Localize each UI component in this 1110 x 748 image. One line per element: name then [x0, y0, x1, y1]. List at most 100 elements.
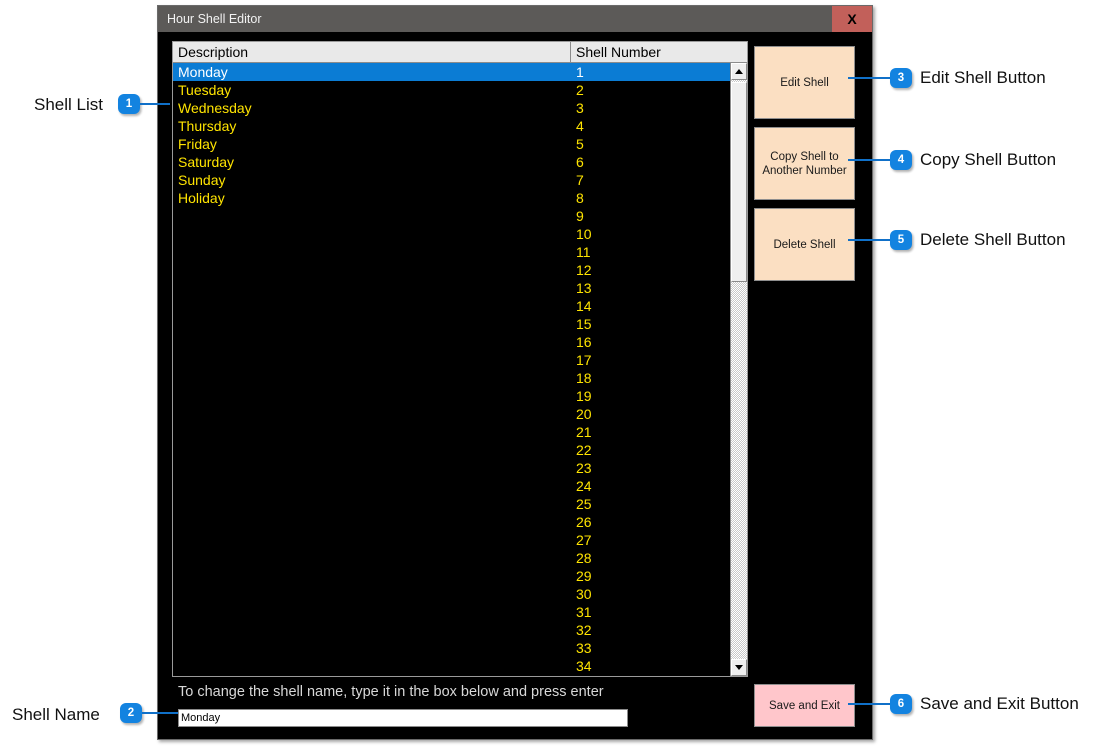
list-scrollbar[interactable] — [730, 63, 747, 676]
cell-description: Wednesday — [178, 100, 252, 116]
cell-shell-number: 19 — [576, 388, 592, 404]
scroll-up-arrow-icon[interactable] — [731, 63, 747, 80]
table-row[interactable]: 28 — [173, 549, 731, 567]
cell-description — [173, 387, 571, 405]
close-icon[interactable]: X — [832, 6, 872, 32]
table-row[interactable]: 10 — [173, 225, 731, 243]
cell-shell-number: 27 — [576, 532, 592, 548]
table-row[interactable]: 18 — [173, 369, 731, 387]
table-row[interactable]: 33 — [173, 639, 731, 657]
cell-description — [173, 405, 571, 423]
column-header-description[interactable]: Description — [173, 42, 571, 62]
edit-shell-button[interactable]: Edit Shell — [754, 46, 855, 119]
table-row[interactable]: Tuesday 2 — [173, 81, 731, 99]
cell-shell-number: 9 — [576, 208, 584, 224]
table-row[interactable]: 9 — [173, 207, 731, 225]
table-row[interactable]: 11 — [173, 243, 731, 261]
table-row[interactable]: 17 — [173, 351, 731, 369]
table-row[interactable]: Monday 1 — [173, 63, 731, 81]
scroll-down-arrow-icon[interactable] — [731, 659, 747, 676]
cell-shell-number: 1 — [576, 64, 584, 80]
table-row[interactable]: Holiday 8 — [173, 189, 731, 207]
table-row[interactable]: Saturday 6 — [173, 153, 731, 171]
cell-shell-number: 30 — [576, 586, 592, 602]
cell-shell-number: 25 — [576, 496, 592, 512]
cell-description — [173, 567, 571, 585]
cell-shell-number: 15 — [576, 316, 592, 332]
save-and-exit-button[interactable]: Save and Exit — [754, 684, 855, 727]
table-row[interactable]: 22 — [173, 441, 731, 459]
table-row[interactable]: 14 — [173, 297, 731, 315]
cell-description — [173, 243, 571, 261]
table-row[interactable]: 27 — [173, 531, 731, 549]
cell-description — [173, 477, 571, 495]
cell-shell-number: 31 — [576, 604, 592, 620]
callout-badge-5: 5 — [890, 230, 912, 250]
table-row[interactable]: 12 — [173, 261, 731, 279]
callout-leader-6 — [848, 703, 890, 705]
scrollbar-thumb[interactable] — [731, 82, 747, 282]
table-row[interactable]: 15 — [173, 315, 731, 333]
cell-description — [173, 207, 571, 225]
cell-description: Tuesday — [178, 82, 232, 98]
table-row[interactable]: 34 — [173, 657, 731, 675]
column-header-shell-number[interactable]: Shell Number — [571, 42, 747, 62]
hour-shell-editor-dialog: Hour Shell Editor X Description Shell Nu… — [157, 5, 873, 740]
table-row[interactable]: 16 — [173, 333, 731, 351]
table-row[interactable]: Thursday 4 — [173, 117, 731, 135]
cell-shell-number: 26 — [576, 514, 592, 530]
callout-leader-5 — [848, 239, 890, 241]
table-row[interactable]: 24 — [173, 477, 731, 495]
table-row[interactable]: Wednesday 3 — [173, 99, 731, 117]
cell-description — [173, 531, 571, 549]
cell-description — [173, 603, 571, 621]
delete-shell-button[interactable]: Delete Shell — [754, 208, 855, 281]
list-header-row: Description Shell Number — [173, 42, 747, 63]
cell-shell-number: 11 — [576, 244, 591, 260]
cell-shell-number: 34 — [576, 658, 592, 674]
cell-shell-number: 10 — [576, 226, 592, 242]
shell-name-hint: To change the shell name, type it in the… — [178, 684, 604, 700]
shell-list-body[interactable]: Monday 1 Tuesday 2 Wednesday 3 Thursday 4 Friday… — [173, 63, 731, 676]
table-row[interactable]: 31 — [173, 603, 731, 621]
table-row[interactable]: 13 — [173, 279, 731, 297]
shell-name-input[interactable] — [178, 709, 628, 727]
table-row[interactable]: 30 — [173, 585, 731, 603]
cell-description — [173, 351, 571, 369]
cell-description — [173, 657, 571, 675]
cell-description — [173, 441, 571, 459]
table-row[interactable]: Sunday 7 — [173, 171, 731, 189]
cell-shell-number: 32 — [576, 622, 592, 638]
cell-description — [173, 333, 571, 351]
cell-shell-number: 18 — [576, 370, 592, 386]
table-row[interactable]: 21 — [173, 423, 731, 441]
callout-leader-1 — [140, 103, 170, 105]
table-row[interactable]: 20 — [173, 405, 731, 423]
table-row[interactable]: 29 — [173, 567, 731, 585]
cell-description — [173, 513, 571, 531]
cell-shell-number: 2 — [576, 82, 584, 98]
table-row[interactable]: 25 — [173, 495, 731, 513]
cell-description — [173, 459, 571, 477]
cell-description: Holiday — [178, 190, 225, 206]
table-row[interactable]: 32 — [173, 621, 731, 639]
table-row[interactable]: 26 — [173, 513, 731, 531]
cell-shell-number: 14 — [576, 298, 592, 314]
cell-shell-number: 24 — [576, 478, 592, 494]
cell-description — [173, 549, 571, 567]
cell-shell-number: 16 — [576, 334, 592, 350]
table-row[interactable]: 23 — [173, 459, 731, 477]
shell-list[interactable]: Description Shell Number Monday 1 Tuesday 2… — [172, 41, 748, 677]
callout-badge-4: 4 — [890, 150, 912, 170]
table-row[interactable]: Friday 5 — [173, 135, 731, 153]
table-row[interactable]: 19 — [173, 387, 731, 405]
cell-description — [173, 279, 571, 297]
cell-shell-number: 3 — [576, 100, 584, 116]
copy-shell-button[interactable]: Copy Shell to Another Number — [754, 127, 855, 200]
cell-shell-number: 5 — [576, 136, 584, 152]
cell-description — [173, 261, 571, 279]
callout-badge-2: 2 — [120, 703, 142, 723]
dialog-titlebar[interactable]: Hour Shell Editor X — [158, 6, 872, 32]
callout-label-4: Copy Shell Button — [920, 150, 1057, 169]
cell-shell-number: 23 — [576, 460, 592, 476]
